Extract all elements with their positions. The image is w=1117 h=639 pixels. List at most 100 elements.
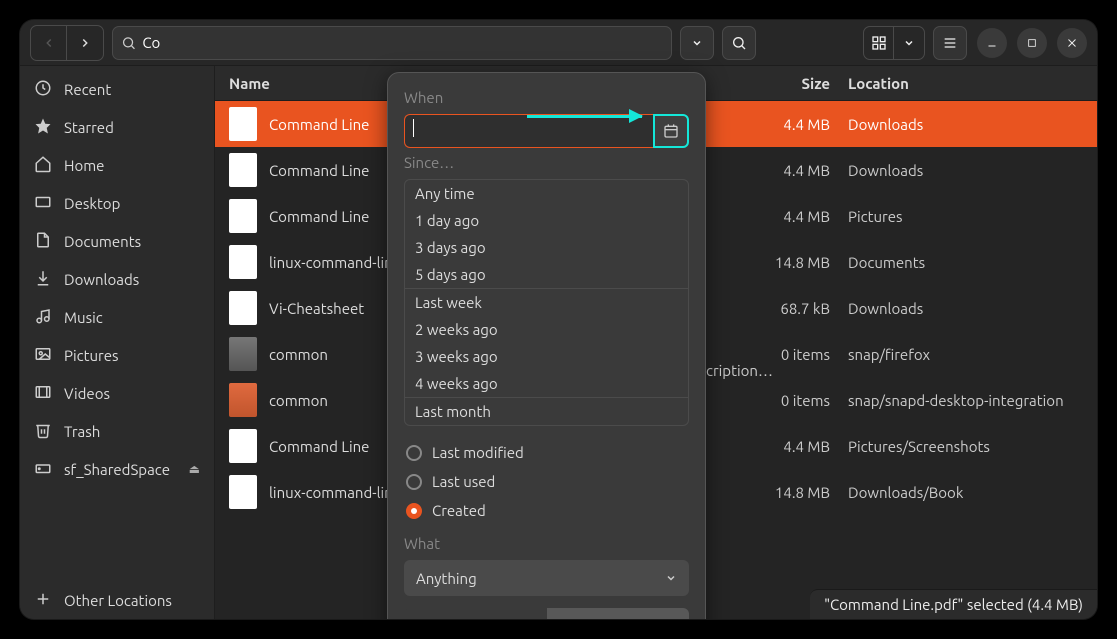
- trash-icon: [34, 421, 52, 442]
- view-switcher[interactable]: [863, 26, 925, 60]
- sidebar-item-other-locations[interactable]: Other Locations: [20, 581, 214, 619]
- sidebar-label: Trash: [64, 423, 100, 440]
- since-option[interactable]: 5 days ago: [405, 261, 688, 288]
- file-location: snap/firefox: [848, 346, 1097, 363]
- since-option[interactable]: Any time: [405, 180, 688, 207]
- sidebar-item-music[interactable]: Music: [20, 298, 214, 336]
- search-bar[interactable]: [112, 26, 672, 60]
- minimize-button[interactable]: [977, 28, 1007, 58]
- file-size: 0 items: [748, 392, 848, 409]
- sidebar-label: Pictures: [64, 347, 119, 364]
- sidebar-item-desktop[interactable]: Desktop: [20, 184, 214, 222]
- forward-button[interactable]: [67, 26, 103, 60]
- sidebar-item-videos[interactable]: Videos: [20, 374, 214, 412]
- maximize-button[interactable]: [1017, 28, 1047, 58]
- since-option[interactable]: 3 weeks ago: [405, 343, 688, 370]
- sidebar-label: Recent: [64, 81, 111, 98]
- toggle-file-name[interactable]: File Name: [547, 608, 690, 619]
- picture-icon: [34, 345, 52, 366]
- radio-icon: [406, 474, 422, 490]
- what-select[interactable]: Anything: [404, 560, 689, 596]
- column-location[interactable]: Location: [848, 75, 1097, 92]
- radio-last-used[interactable]: Last used: [404, 467, 689, 496]
- video-icon: [34, 383, 52, 404]
- file-location: Pictures: [848, 208, 1097, 225]
- sidebar-item-documents[interactable]: Documents: [20, 222, 214, 260]
- sidebar-item-trash[interactable]: Trash: [20, 412, 214, 450]
- file-location: snap/snapd-desktop-integration: [848, 392, 1097, 409]
- search-mode-toggle[interactable]: Full Text File Name: [404, 608, 689, 619]
- file-size: 4.4 MB: [748, 208, 848, 225]
- file-size: 14.8 MB: [748, 254, 848, 271]
- sidebar-label: Starred: [64, 119, 114, 136]
- file-thumbnail: [229, 153, 257, 187]
- search-filter-dropdown[interactable]: [680, 26, 714, 60]
- file-size: 0 items: [748, 346, 848, 363]
- what-value: Anything: [416, 570, 477, 587]
- file-thumbnail: [229, 429, 257, 463]
- grid-view-icon[interactable]: [864, 27, 894, 59]
- file-thumbnail: [229, 383, 257, 417]
- file-location: Documents: [848, 254, 1097, 271]
- radio-created[interactable]: Created: [404, 496, 689, 525]
- since-option[interactable]: 2 weeks ago: [405, 316, 688, 343]
- window-controls: [863, 26, 1087, 60]
- home-icon: [34, 155, 52, 176]
- file-location: Pictures/Screenshots: [848, 438, 1097, 455]
- plus-icon: [34, 590, 52, 611]
- file-thumbnail: [229, 245, 257, 279]
- nav-buttons: [30, 25, 104, 61]
- drive-icon: [34, 459, 52, 480]
- file-thumbnail: [229, 199, 257, 233]
- search-input[interactable]: [142, 34, 663, 51]
- radio-label: Last used: [432, 473, 495, 490]
- since-label: Since…: [404, 154, 689, 171]
- radio-last-modified[interactable]: Last modified: [404, 438, 689, 467]
- hamburger-menu-button[interactable]: [933, 26, 967, 60]
- sidebar-item-sf_sharedspace[interactable]: sf_SharedSpace ⏏: [20, 450, 214, 488]
- annotation-arrow: [527, 115, 642, 118]
- star-icon: [34, 117, 52, 138]
- file-thumbnail: [229, 337, 257, 371]
- clock-icon: [34, 79, 52, 100]
- sidebar-label: Videos: [64, 385, 110, 402]
- eject-icon[interactable]: ⏏: [189, 462, 200, 476]
- file-location: Downloads: [848, 116, 1097, 133]
- truncated-column-text: cription…: [706, 362, 773, 379]
- sidebar-label: Other Locations: [64, 592, 172, 609]
- sidebar-item-pictures[interactable]: Pictures: [20, 336, 214, 374]
- since-option[interactable]: 3 days ago: [405, 234, 688, 261]
- sidebar-item-starred[interactable]: Starred: [20, 108, 214, 146]
- file-thumbnail: [229, 291, 257, 325]
- since-option[interactable]: Last week: [405, 288, 688, 316]
- status-bar: "Command Line.pdf" selected (4.4 MB): [810, 589, 1097, 619]
- file-size: 4.4 MB: [748, 162, 848, 179]
- sidebar-label: Desktop: [64, 195, 120, 212]
- file-location: Downloads: [848, 300, 1097, 317]
- sidebar-label: sf_SharedSpace: [64, 461, 170, 478]
- toggle-full-text[interactable]: Full Text: [404, 608, 547, 619]
- since-list: Any time1 day ago3 days ago5 days agoLas…: [404, 179, 689, 426]
- since-option[interactable]: 4 weeks ago: [405, 370, 688, 397]
- radio-label: Created: [432, 502, 486, 519]
- sidebar-item-downloads[interactable]: Downloads: [20, 260, 214, 298]
- radio-icon: [406, 445, 422, 461]
- since-option[interactable]: 1 day ago: [405, 207, 688, 234]
- calendar-button[interactable]: [653, 114, 689, 148]
- sidebar-item-home[interactable]: Home: [20, 146, 214, 184]
- sidebar-item-recent[interactable]: Recent: [20, 70, 214, 108]
- doc-icon: [34, 231, 52, 252]
- column-size[interactable]: Size: [748, 75, 848, 92]
- file-thumbnail: [229, 475, 257, 509]
- close-button[interactable]: [1057, 28, 1087, 58]
- sidebar-label: Documents: [64, 233, 141, 250]
- chevron-down-icon[interactable]: [894, 27, 924, 59]
- since-option[interactable]: Last month: [405, 397, 688, 425]
- search-toggle-button[interactable]: [722, 26, 756, 60]
- file-location: Downloads: [848, 162, 1097, 179]
- date-input[interactable]: [404, 114, 653, 148]
- back-button[interactable]: [31, 26, 67, 60]
- when-label: When: [404, 89, 689, 106]
- titlebar: [20, 20, 1097, 66]
- calendar-icon: [663, 123, 679, 139]
